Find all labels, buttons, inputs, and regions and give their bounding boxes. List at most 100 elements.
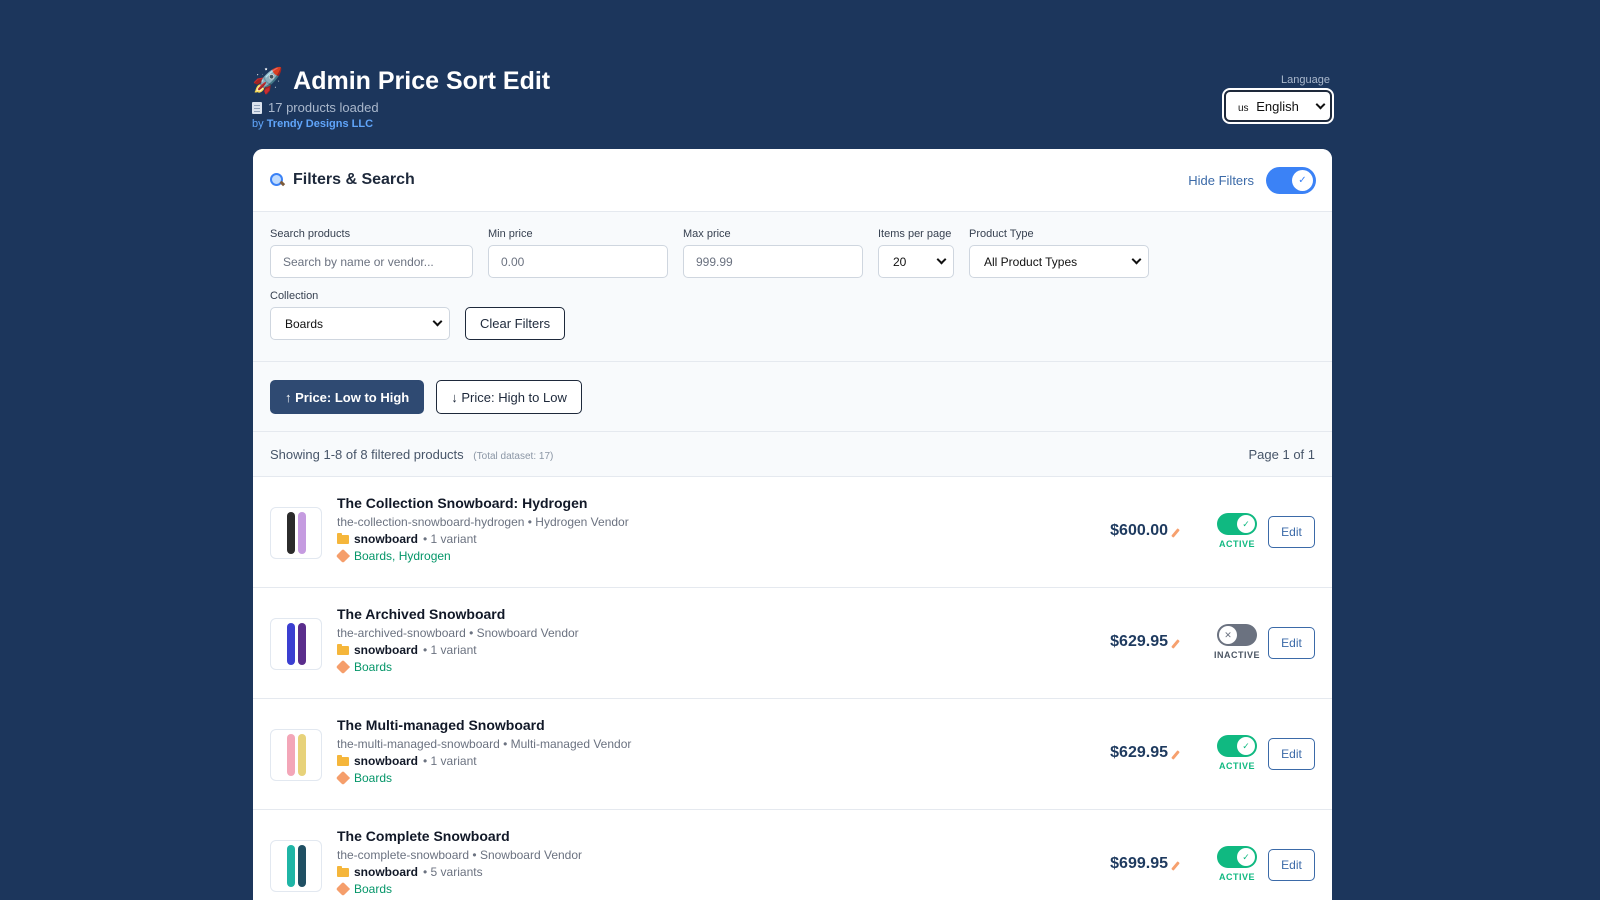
status-toggle-knob-icon: ✓: [1237, 848, 1255, 866]
us-flag-icon: us: [1238, 102, 1249, 114]
status-toggle-knob-icon: ✕: [1219, 626, 1237, 644]
price-editor[interactable]: $600.00: [1110, 522, 1180, 540]
product-handle-vendor: the-complete-snowboard • Snowboard Vendo…: [337, 848, 583, 862]
page-indicator: Page 1 of 1: [1248, 446, 1316, 462]
product-image: [270, 840, 322, 892]
sort-low-to-high-button[interactable]: ↑ Price: Low to High: [270, 380, 425, 414]
magnifier-icon: [269, 172, 285, 188]
status-toggle-knob-icon: ✓: [1237, 737, 1255, 755]
snowboard-image-left: [286, 623, 295, 665]
edit-button[interactable]: Edit: [1268, 627, 1315, 659]
language-label: Language: [1281, 74, 1330, 86]
edit-button[interactable]: Edit: [1268, 849, 1315, 881]
vendor-credit[interactable]: by Trendy Designs LLC: [252, 118, 1332, 130]
hide-filters-toggle[interactable]: ✓: [1266, 166, 1316, 194]
product-type-line: snowboard • 1 variant: [337, 643, 579, 657]
search-label: Search products: [270, 228, 351, 240]
status-label: ACTIVE: [1218, 761, 1255, 771]
filters-title: Filters & Search: [293, 171, 415, 188]
product-type: snowboard: [354, 643, 419, 657]
product-handle-vendor: the-multi-managed-snowboard • Multi-mana…: [337, 737, 632, 751]
product-type: snowboard: [354, 532, 419, 546]
product-handle-vendor: the-collection-snowboard-hydrogen • Hydr…: [337, 515, 629, 529]
product-image: [270, 507, 322, 559]
folder-icon: [337, 644, 349, 655]
product-price[interactable]: $600.00: [1110, 522, 1168, 540]
collections-line: Boards: [335, 770, 631, 786]
rocket-icon: 🚀: [252, 67, 284, 95]
items-per-page-value: 20: [893, 254, 907, 269]
collection-field: Collection Boards: [270, 290, 450, 340]
product-handle-vendor: the-archived-snowboard • Snowboard Vendo…: [337, 626, 579, 640]
clear-filters-button[interactable]: Clear Filters: [465, 307, 566, 340]
status-toggle[interactable]: ✓: [1217, 735, 1257, 757]
chevron-down-icon: [936, 254, 947, 265]
product-type-label: Product Type: [969, 228, 1034, 240]
product-price[interactable]: $699.95: [1110, 855, 1168, 873]
folder-icon: [337, 533, 349, 544]
product-name[interactable]: The Collection Snowboard: Hydrogen: [337, 495, 629, 511]
price-editor[interactable]: $699.95: [1110, 855, 1180, 873]
collections-line: Boards, Hydrogen: [335, 548, 629, 564]
product-price[interactable]: $629.95: [1110, 633, 1168, 651]
product-type: snowboard: [354, 865, 419, 879]
status-label: ACTIVE: [1218, 872, 1255, 882]
product-info: The Archived Snowboard the-archived-snow…: [335, 606, 579, 677]
items-per-page-field: Items per page 20: [878, 228, 954, 278]
product-info: The Collection Snowboard: Hydrogen the-c…: [335, 495, 629, 566]
chevron-down-icon: [1315, 99, 1326, 109]
sort-high-to-low-button[interactable]: ↓ Price: High to Low: [436, 380, 582, 414]
product-type-line: snowboard • 5 variants: [337, 865, 582, 879]
collection-value: Boards: [285, 316, 324, 331]
tag-icon: [335, 548, 351, 564]
tag-icon: [335, 770, 351, 786]
product-type-line: snowboard • 1 variant: [337, 532, 629, 546]
product-name[interactable]: The Multi-managed Snowboard: [337, 717, 631, 733]
product-collections: Boards, Hydrogen: [354, 549, 451, 563]
product-list: The Collection Snowboard: Hydrogen the-c…: [253, 477, 1332, 900]
edit-button[interactable]: Edit: [1268, 516, 1315, 548]
min-price-label: Min price: [488, 228, 533, 240]
max-price-input[interactable]: 999.99: [683, 245, 863, 278]
products-loaded: 17 products loaded: [252, 100, 1332, 115]
status-toggle[interactable]: ✓: [1217, 513, 1257, 535]
product-type-line: snowboard • 1 variant: [337, 754, 631, 768]
page-header: 🚀 Admin Price Sort Edit 17 products load…: [252, 66, 1332, 136]
pencil-icon[interactable]: [1171, 860, 1180, 871]
pencil-icon[interactable]: [1171, 527, 1180, 538]
product-name[interactable]: The Complete Snowboard: [337, 828, 582, 844]
folder-icon: [337, 755, 349, 766]
product-type-select[interactable]: All Product Types: [969, 245, 1149, 278]
status-toggle[interactable]: ✕: [1217, 624, 1257, 646]
product-collections: Boards: [354, 771, 393, 785]
items-per-page-select[interactable]: 20: [878, 245, 954, 278]
variant-count: • 5 variants: [423, 865, 483, 879]
chevron-down-icon: [432, 316, 443, 327]
status-control: ✓ ACTIVE: [1207, 513, 1267, 549]
status-toggle-knob-icon: ✓: [1237, 515, 1255, 533]
pencil-icon[interactable]: [1171, 749, 1180, 760]
pencil-icon[interactable]: [1171, 638, 1180, 649]
min-price-field: Min price 0.00: [488, 228, 668, 278]
price-editor[interactable]: $629.95: [1110, 633, 1180, 651]
price-editor[interactable]: $629.95: [1110, 744, 1180, 762]
status-control: ✓ ACTIVE: [1207, 846, 1267, 882]
chevron-down-icon: [1131, 254, 1142, 265]
hide-filters-label[interactable]: Hide Filters: [1188, 173, 1254, 188]
status-label: INACTIVE: [1213, 650, 1260, 660]
language-select[interactable]: us English: [1222, 88, 1334, 124]
product-image: [270, 729, 322, 781]
product-row: The Multi-managed Snowboard the-multi-ma…: [253, 699, 1332, 810]
status-toggle[interactable]: ✓: [1217, 846, 1257, 868]
product-name[interactable]: The Archived Snowboard: [337, 606, 579, 622]
title-row: 🚀 Admin Price Sort Edit: [252, 66, 1332, 96]
search-input[interactable]: Search by name or vendor...: [270, 245, 473, 278]
snowboard-image-left: [286, 512, 295, 554]
status-control: ✕ INACTIVE: [1207, 624, 1267, 660]
edit-button[interactable]: Edit: [1268, 738, 1315, 770]
product-price[interactable]: $629.95: [1110, 744, 1168, 762]
products-loaded-text: 17 products loaded: [268, 100, 379, 115]
collection-select[interactable]: Boards: [270, 307, 450, 340]
min-price-input[interactable]: 0.00: [488, 245, 668, 278]
vendor-name[interactable]: Trendy Designs LLC: [267, 118, 373, 130]
